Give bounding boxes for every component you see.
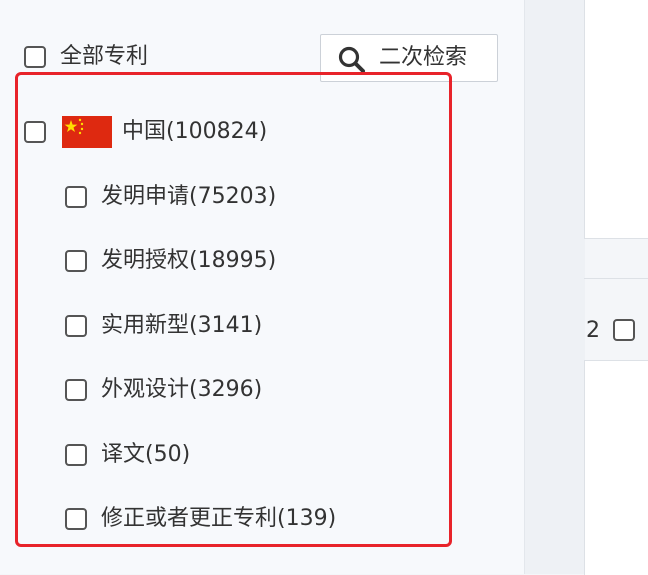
result-item-number: 2 [586, 318, 600, 343]
type-checkbox-translation[interactable] [65, 444, 87, 466]
secondary-search-button[interactable]: 二次检索 [320, 34, 498, 82]
panel-divider [524, 0, 585, 574]
result-item-checkbox[interactable] [613, 319, 635, 341]
type-checkbox-utility-model[interactable] [65, 315, 87, 337]
type-label-invention-application: 发明申请(75203) [101, 184, 277, 209]
all-patents-label: 全部专利 [60, 44, 149, 69]
country-checkbox-china[interactable] [24, 121, 46, 143]
result-card-bottom [584, 360, 648, 575]
secondary-search-label: 二次检索 [379, 45, 468, 70]
type-label-invention-grant: 发明授权(18995) [101, 248, 277, 273]
type-checkbox-invention-application[interactable] [65, 186, 87, 208]
type-label-translation: 译文(50) [101, 442, 191, 467]
result-card-top [584, 0, 648, 239]
type-checkbox-invention-grant[interactable] [65, 250, 87, 272]
type-checkbox-design[interactable] [65, 379, 87, 401]
result-separator [584, 278, 648, 279]
search-icon [338, 46, 365, 73]
type-label-corrected: 修正或者更正专利(139) [101, 506, 337, 531]
china-flag-icon [62, 116, 112, 148]
type-checkbox-corrected[interactable] [65, 508, 87, 530]
country-label-china: 中国(100824) [122, 119, 268, 144]
all-patents-checkbox[interactable] [24, 46, 46, 68]
filter-panel [0, 0, 524, 574]
type-label-utility-model: 实用新型(3141) [101, 313, 263, 338]
type-label-design: 外观设计(3296) [101, 377, 263, 402]
